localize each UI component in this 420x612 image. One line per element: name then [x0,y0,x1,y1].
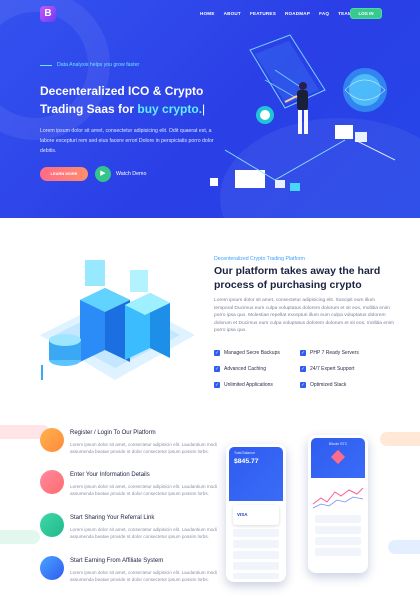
hero-globe [343,68,387,112]
balance-label: Total Balance [234,451,256,455]
step-item: Enter Your Information Details Lorem ips… [40,470,240,510]
list-item [233,573,279,579]
list-item [315,548,361,556]
earn-icon [40,556,64,580]
share-icon [40,513,64,537]
server-towers [80,260,170,362]
hero-title-accent: buy crypto. [137,102,203,116]
feature-item: ✓ Unlimited Applications [214,382,273,388]
wallet-header: Total Balance $845.77 [229,447,283,501]
feature-label: PHP 7 Ready Servers [310,350,359,356]
step-desc: Lorem ipsum dolor sit amet, consectetur … [70,570,217,583]
price-line-chart [312,487,364,509]
feature-label: Unlimited Applications [224,382,273,388]
list-item [233,551,279,559]
feature-item: ✓ Optimized Stack [300,382,346,388]
server-illustration [40,260,195,380]
hero-title-prefix: Trading Saas for [40,102,138,116]
list-item [233,529,279,537]
step-desc: Lorem ipsum dolor sit amet, consectetur … [70,527,217,540]
feature-label: Managed Secre Backups [224,350,280,356]
nav-item-home[interactable]: HOME [200,11,215,16]
step-title: Enter Your Information Details [70,472,150,478]
check-icon: ✓ [300,350,306,356]
feature-label: Optimized Stack [310,382,347,388]
brand-logo[interactable]: B [40,6,56,22]
feature-label: 24/7 Expert Support [310,366,355,372]
platform-heading: Our platform takes away the hard process… [214,265,381,291]
decor-bar [388,540,420,554]
hero-eyebrow-text: Data Analysis helps you grow faster [57,62,140,68]
list-item [315,526,361,534]
decor-bar [380,432,420,446]
play-icon[interactable]: ▶ [95,166,111,182]
visa-card: VISA [233,505,279,525]
feature-item: ✓ 24/7 Expert Support [300,366,354,372]
eyebrow-line [40,64,52,66]
cylinder-stack [49,334,81,366]
nav-item-about[interactable]: ABOUT [224,11,241,16]
main-nav: HOME ABOUT FEATURES ROADMAP FAQ TEAM [200,11,352,16]
check-icon: ✓ [300,382,306,388]
list-item [315,515,361,523]
hero-paragraph: Lorem ipsum dolor sit amet, consectetur … [40,128,214,154]
chart-header: Bitcoin BTC [311,438,365,478]
landing-page: B HOME ABOUT FEATURES ROADMAP FAQ TEAM L… [0,0,420,612]
step-item: Start Sharing Your Referral Link Lorem i… [40,513,240,553]
coin-icon [330,449,346,465]
step-title: Start Earning From Affiliate System [70,558,164,564]
decor-ring [0,0,110,140]
hero-eyebrow: Data Analysis helps you grow faster [40,62,139,68]
learn-more-button[interactable]: LEARN MORE [40,167,88,181]
hero-section: B HOME ABOUT FEATURES ROADMAP FAQ TEAM L… [0,0,420,218]
feature-label: Advanced Caching [224,366,266,372]
platform-eyebrow: Decenteralized Crypto Trading Platform [214,256,305,262]
hero-phone-screen [249,34,326,124]
check-icon: ✓ [214,366,220,372]
coin-label: Bitcoin BTC [328,442,348,446]
feature-item: ✓ PHP 7 Ready Servers [300,350,359,356]
step-desc: Lorem ipsum dolor sit amet, consectetur … [70,484,217,497]
watch-demo-link[interactable]: Watch Demo [116,171,146,177]
decor-bar [0,530,40,544]
login-button[interactable]: LOG IN [350,8,382,19]
step-title: Register / Login To Our Platform [70,430,156,436]
user-icon [40,428,64,452]
step-item: Register / Login To Our Platform Lorem i… [40,428,240,468]
step-title: Start Sharing Your Referral Link [70,515,155,521]
nav-item-faq[interactable]: FAQ [319,11,329,16]
hero-illustration [210,34,396,191]
hero-cubes [210,125,396,191]
phone-mockup-chart: Bitcoin BTC [308,435,368,573]
platform-paragraph: Lorem ipsum dolor sit amet, consectetur … [214,298,394,334]
check-icon: ✓ [300,366,306,372]
check-icon: ✓ [214,350,220,356]
feature-item: ✓ Advanced Caching [214,366,266,372]
step-item: Start Earning From Affiliate System Lore… [40,556,240,596]
nav-item-features[interactable]: FEATURES [250,11,276,16]
feature-item: ✓ Managed Secre Backups [214,350,280,356]
list-item [233,562,279,570]
list-item [233,540,279,548]
phone-mockup-wallet: Total Balance $845.77 VISA [226,444,286,582]
nav-item-roadmap[interactable]: ROADMAP [285,11,310,16]
step-desc: Lorem ipsum dolor sit amet, consectetur … [70,442,217,455]
info-icon [40,470,64,494]
list-item [315,537,361,545]
check-icon: ✓ [214,382,220,388]
balance-value: $845.77 [234,458,259,465]
